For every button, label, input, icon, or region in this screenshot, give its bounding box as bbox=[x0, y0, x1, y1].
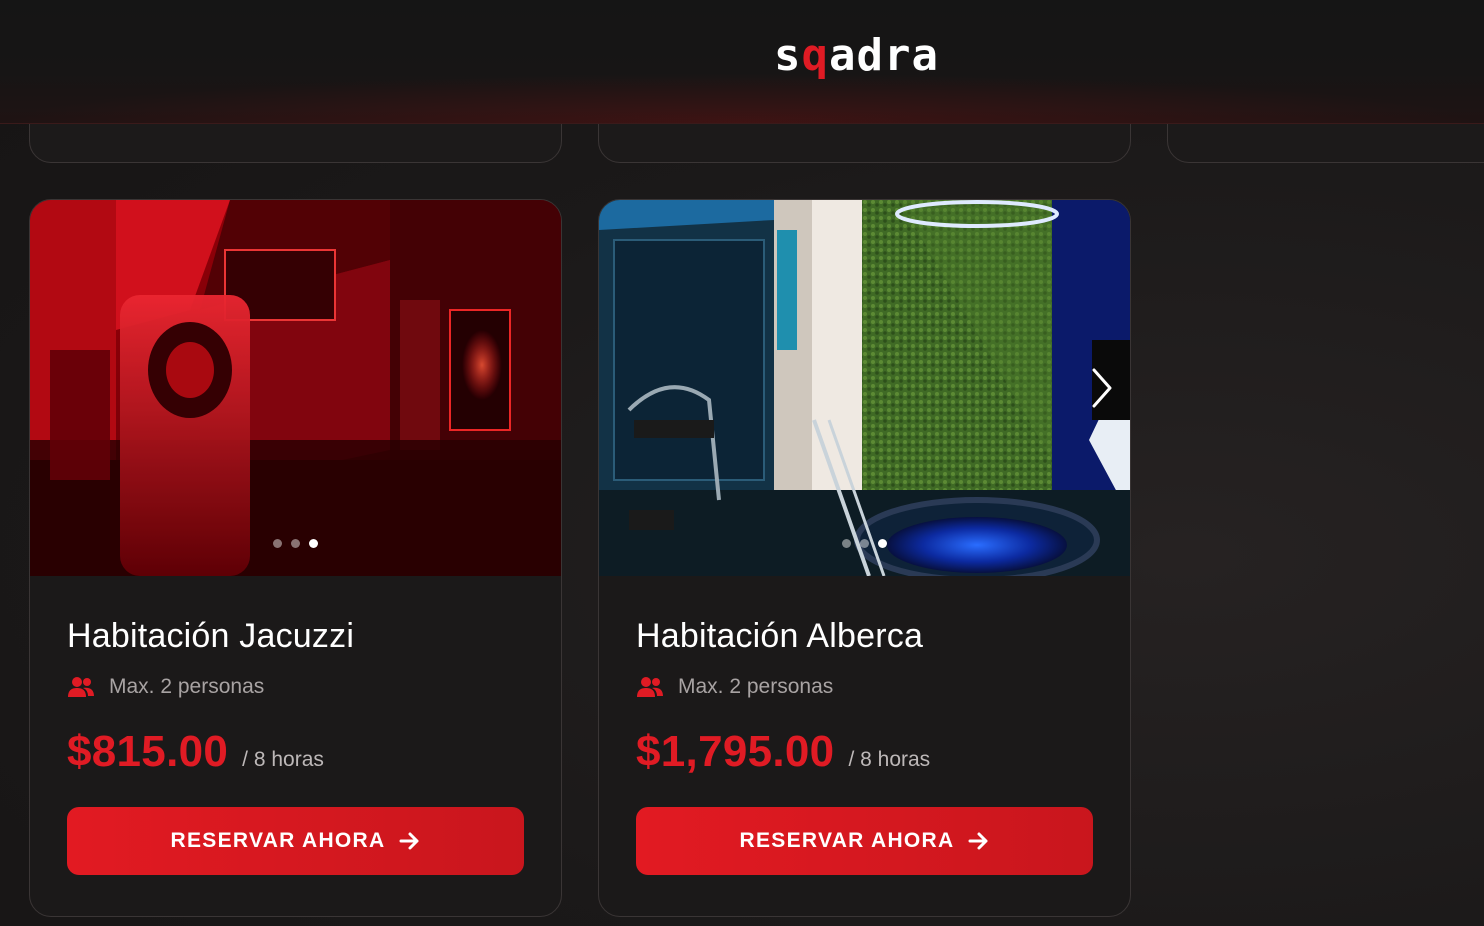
carousel-dot[interactable] bbox=[860, 539, 869, 548]
chevron-right-icon bbox=[1092, 368, 1112, 408]
carousel-dot[interactable] bbox=[273, 539, 282, 548]
logo-text-q: q bbox=[801, 30, 829, 81]
reserve-now-label: RESERVAR AHORA bbox=[170, 829, 386, 852]
carousel-dot[interactable] bbox=[291, 539, 300, 548]
users-icon bbox=[637, 677, 663, 697]
carousel-next-button[interactable] bbox=[1088, 366, 1116, 410]
logo-text-s: s bbox=[774, 30, 802, 81]
room-capacity: Max. 2 personas bbox=[636, 674, 1093, 700]
room-price-row: $815.00 / 8 horas bbox=[67, 727, 524, 777]
room-photo-alberca bbox=[599, 200, 1130, 576]
room-capacity-text: Max. 2 personas bbox=[109, 675, 265, 698]
arrow-right-icon bbox=[399, 832, 418, 850]
room-price: $815.00 bbox=[67, 727, 229, 776]
room-card-alberca: Habitación Alberca Max. 2 personas $1,79… bbox=[598, 199, 1131, 917]
reserve-now-label: RESERVAR AHORA bbox=[739, 829, 955, 852]
carousel-dot-active[interactable] bbox=[309, 539, 318, 548]
room-photo-jacuzzi bbox=[30, 200, 561, 576]
room-capacity: Max. 2 personas bbox=[67, 674, 524, 700]
room-card-jacuzzi: Habitación Jacuzzi Max. 2 personas $815.… bbox=[29, 199, 562, 917]
page: sqadra Habitación Jacuzzi Max. 2 persona… bbox=[0, 0, 1484, 926]
logo[interactable]: sqadra bbox=[774, 30, 939, 81]
logo-text-adra: adra bbox=[829, 30, 939, 81]
users-icon bbox=[68, 677, 94, 697]
room-capacity-text: Max. 2 personas bbox=[678, 675, 834, 698]
room-price-period: / 8 horas bbox=[848, 748, 931, 771]
reserve-now-button[interactable]: RESERVAR AHORA bbox=[67, 807, 524, 875]
room-title: Habitación Alberca bbox=[636, 617, 924, 655]
room-title: Habitación Jacuzzi bbox=[67, 617, 355, 655]
room-price-period: / 8 horas bbox=[242, 748, 324, 771]
room-price: $1,795.00 bbox=[636, 727, 835, 776]
room-price-row: $1,795.00 / 8 horas bbox=[636, 727, 1093, 777]
reserve-now-button[interactable]: RESERVAR AHORA bbox=[636, 807, 1093, 875]
room-photo-carousel[interactable] bbox=[599, 200, 1130, 576]
site-header: sqadra bbox=[0, 0, 1484, 124]
room-photo-carousel[interactable] bbox=[30, 200, 561, 576]
carousel-dot[interactable] bbox=[842, 539, 851, 548]
carousel-dots bbox=[599, 539, 1130, 548]
carousel-dots bbox=[30, 539, 561, 548]
arrow-right-icon bbox=[968, 832, 987, 850]
carousel-dot-active[interactable] bbox=[878, 539, 887, 548]
